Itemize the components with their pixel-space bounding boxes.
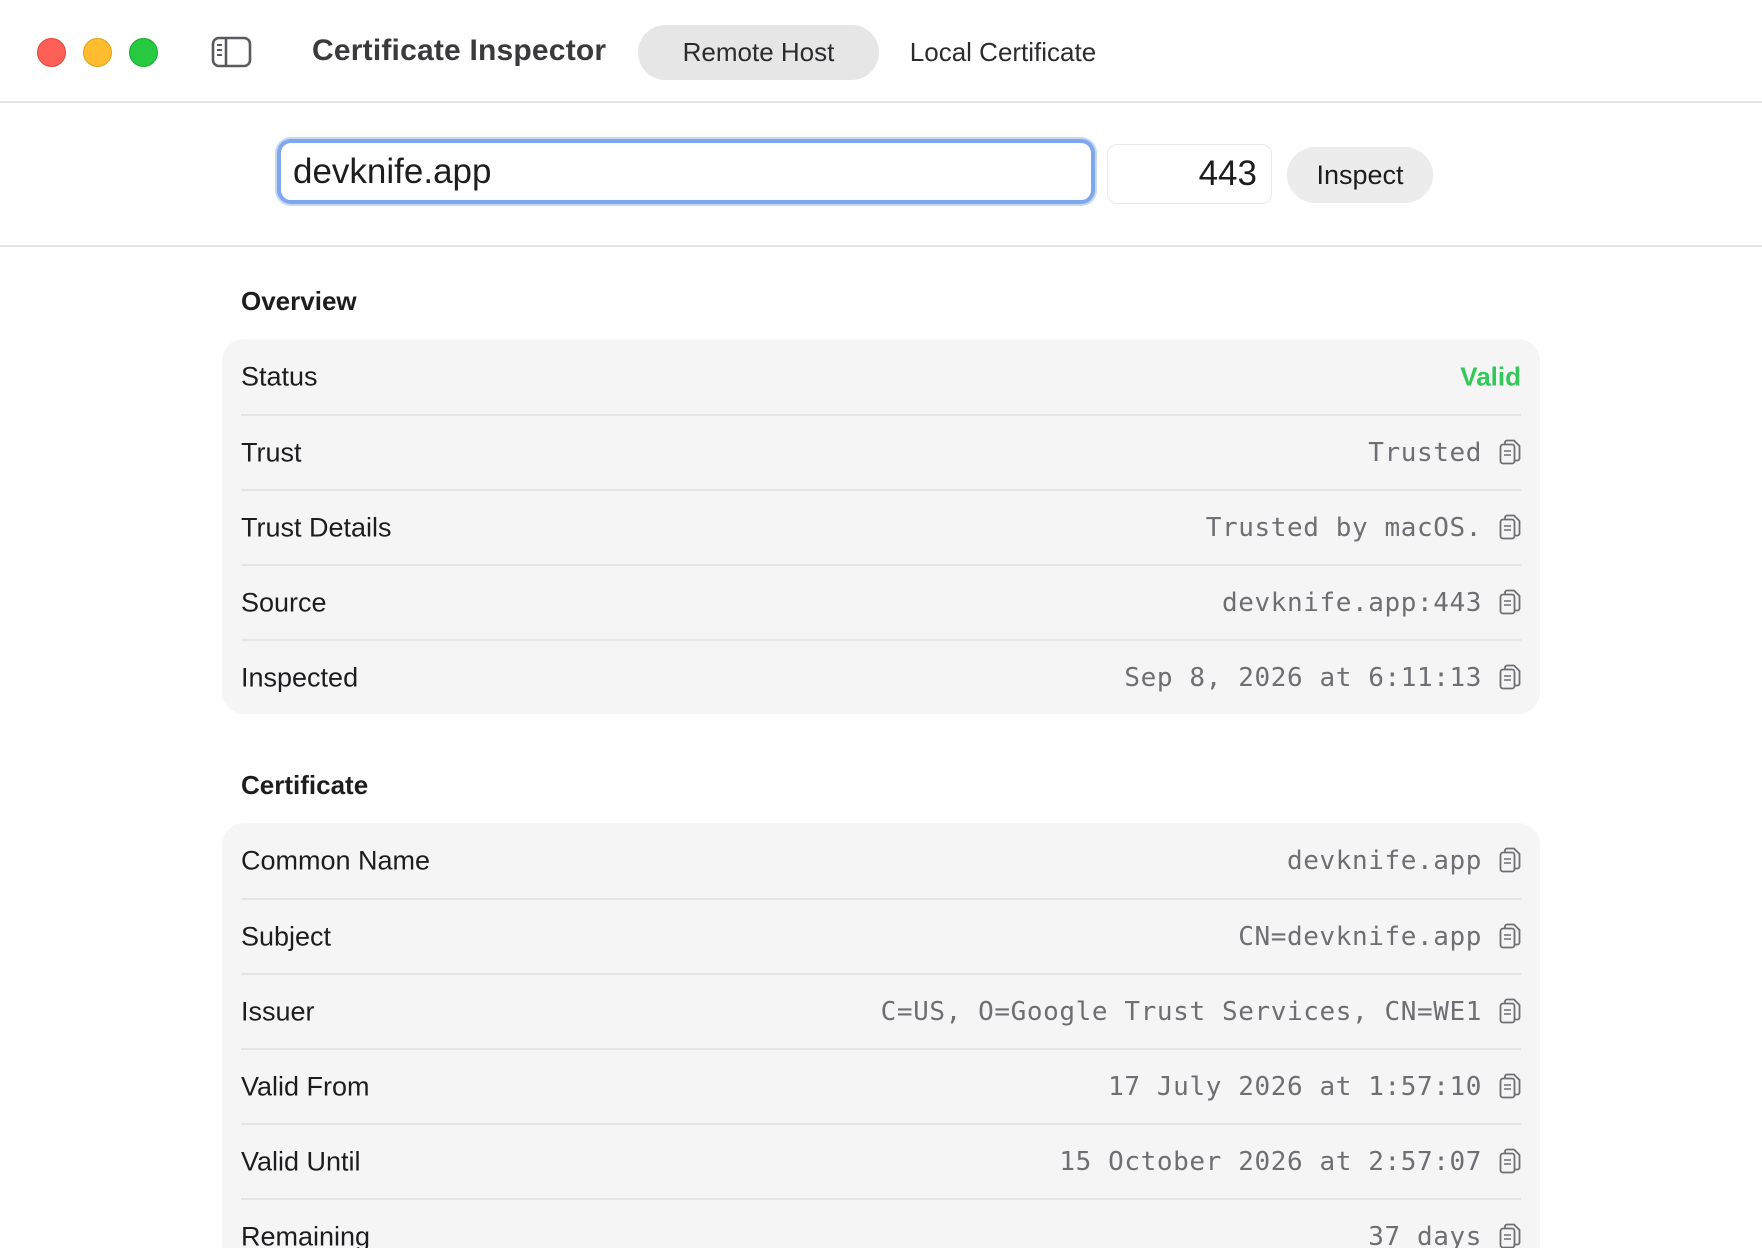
zoom-window-button[interactable]: [129, 38, 158, 67]
certificate-row-valid-until: Valid Until 15 October 2026 at 2:57:07: [241, 1123, 1521, 1198]
tab-local-certificate[interactable]: Local Certificate: [886, 25, 1120, 80]
title-bar: Certificate Inspector Remote Host Local …: [0, 0, 1762, 103]
host-input[interactable]: [277, 139, 1095, 204]
minimize-window-button[interactable]: [83, 38, 112, 67]
close-window-button[interactable]: [37, 38, 66, 67]
row-value: 15 October 2026 at 2:57:07: [1059, 1146, 1482, 1177]
certificate-row-subject: Subject CN=devknife.app: [241, 898, 1521, 973]
certificate-row-common-name: Common Name devknife.app: [241, 823, 1521, 898]
row-label: Issuer: [241, 996, 315, 1026]
row-value: 37 days: [1368, 1221, 1482, 1248]
row-label: Common Name: [241, 845, 431, 875]
certificate-row-remaining: Remaining 37 days: [241, 1198, 1521, 1248]
row-label: Trust Details: [241, 512, 392, 542]
overview-row-status: Status Valid: [241, 339, 1521, 414]
overview-group: Status Valid Trust Trusted Trust Details…: [222, 339, 1540, 714]
copy-icon[interactable]: [1499, 1148, 1521, 1176]
overview-section-title: Overview: [241, 286, 357, 316]
row-value: devknife.app: [1286, 845, 1482, 876]
status-badge: Valid: [1460, 361, 1521, 391]
overview-row-source: Source devknife.app:443: [241, 564, 1521, 639]
overview-row-trust: Trust Trusted: [241, 414, 1521, 489]
copy-icon[interactable]: [1499, 589, 1521, 617]
app-window: Certificate Inspector Remote Host Local …: [0, 0, 1762, 1248]
row-label: Inspected: [241, 662, 359, 692]
port-input[interactable]: [1107, 144, 1272, 204]
row-label: Subject: [241, 921, 332, 951]
inspect-button[interactable]: Inspect: [1287, 147, 1433, 203]
copy-icon[interactable]: [1499, 847, 1521, 875]
row-value: CN=devknife.app: [1238, 921, 1482, 952]
copy-icon[interactable]: [1499, 439, 1521, 467]
certificate-row-issuer: Issuer C=US, O=Google Trust Services, CN…: [241, 973, 1521, 1048]
row-label: Trust: [241, 437, 302, 467]
copy-icon[interactable]: [1499, 664, 1521, 692]
row-label: Remaining: [241, 1221, 371, 1248]
copy-icon[interactable]: [1499, 1223, 1521, 1248]
results-panel: Overview Status Valid Trust Trusted Trus…: [0, 247, 1762, 1248]
row-value: Trusted: [1368, 437, 1482, 468]
row-value: Sep 8, 2026 at 6:11:13: [1124, 662, 1482, 693]
overview-row-trust-details: Trust Details Trusted by macOS.: [241, 489, 1521, 564]
certificate-row-valid-from: Valid From 17 July 2026 at 1:57:10: [241, 1048, 1521, 1123]
row-value: C=US, O=Google Trust Services, CN=WE1: [880, 996, 1482, 1027]
copy-icon[interactable]: [1499, 514, 1521, 542]
row-value: Trusted by macOS.: [1205, 512, 1482, 543]
overview-row-inspected: Inspected Sep 8, 2026 at 6:11:13: [241, 639, 1521, 714]
copy-icon[interactable]: [1499, 998, 1521, 1026]
row-label: Valid From: [241, 1071, 370, 1101]
row-value: devknife.app:443: [1221, 587, 1482, 618]
certificate-group: Common Name devknife.app Subject CN=devk…: [222, 823, 1540, 1248]
row-label: Valid Until: [241, 1146, 361, 1176]
row-label: Status: [241, 361, 318, 391]
certificate-section-title: Certificate: [241, 770, 369, 800]
query-bar: Inspect: [0, 103, 1762, 247]
copy-icon[interactable]: [1499, 923, 1521, 951]
row-value: 17 July 2026 at 1:57:10: [1108, 1071, 1482, 1102]
row-label: Source: [241, 587, 327, 617]
sidebar-toggle-icon[interactable]: [211, 36, 252, 68]
window-title: Certificate Inspector: [312, 34, 607, 67]
tab-remote-host[interactable]: Remote Host: [638, 25, 879, 80]
copy-icon[interactable]: [1499, 1073, 1521, 1101]
